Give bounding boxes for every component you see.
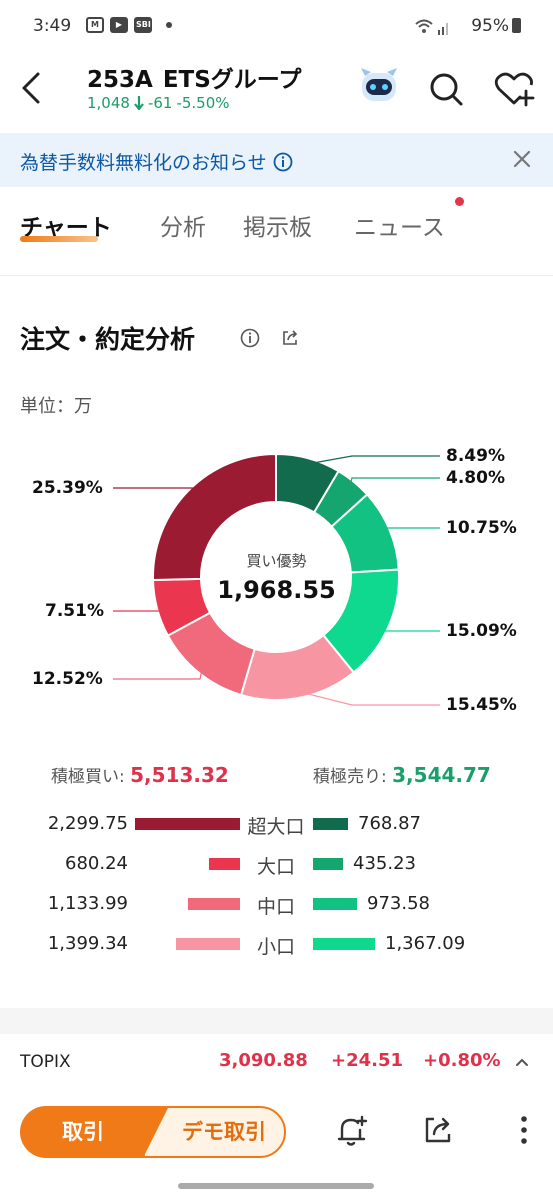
buy-value: 2,299.75 bbox=[47, 813, 128, 834]
section-title: 注文・約定分析 bbox=[20, 325, 196, 354]
sell-value: 768.87 bbox=[358, 813, 421, 834]
donut-center-value: 1,968.55 bbox=[217, 576, 336, 604]
battery-icon bbox=[512, 18, 521, 33]
aggressive-buy-label: 積極買い: bbox=[51, 767, 125, 787]
stock-change: -61 bbox=[147, 94, 173, 112]
active-tab-underline bbox=[20, 236, 98, 242]
tab-board[interactable]: 掲示板 bbox=[243, 208, 312, 242]
buy-value: 1,133.99 bbox=[47, 893, 128, 914]
index-ticker[interactable]: TOPIX 3,090.88 +24.51 +0.80% bbox=[0, 1034, 553, 1092]
aggressive-sell-value: 3,544.77 bbox=[392, 763, 491, 787]
news-badge bbox=[455, 197, 464, 206]
size-category: 小口 bbox=[256, 936, 295, 958]
sell-value: 973.58 bbox=[367, 893, 430, 914]
trade-label: 取引 bbox=[62, 1120, 104, 1144]
section-divider bbox=[0, 1008, 553, 1034]
aggressive-sell-label: 積極売り: bbox=[313, 767, 387, 787]
chevron-up-icon[interactable] bbox=[514, 1054, 530, 1070]
more-notifications-icon bbox=[166, 22, 172, 28]
stock-price: 1,048 bbox=[87, 94, 130, 112]
ai-assistant-icon[interactable] bbox=[357, 64, 401, 108]
sell-bar bbox=[313, 898, 357, 910]
more-options-button[interactable] bbox=[512, 1112, 536, 1148]
status-bar: 3:49 M ▶ SBI 95% bbox=[0, 0, 553, 52]
pct-label-large-sell: 4.80% bbox=[446, 468, 505, 488]
size-category: 中口 bbox=[256, 896, 295, 918]
size-category: 大口 bbox=[256, 856, 295, 878]
order-row-super-large: 2,299.75 超大口 768.87 bbox=[0, 811, 553, 838]
section-info-icon[interactable] bbox=[240, 328, 260, 348]
sell-bar bbox=[313, 938, 375, 950]
leader-line-large-buy bbox=[113, 607, 164, 612]
donut-center-label: 買い優勢 bbox=[246, 552, 307, 570]
close-banner-button[interactable] bbox=[511, 148, 533, 170]
aggressive-sell-total: 積極売り: 3,544.77 bbox=[313, 762, 491, 787]
tab-bar: チャート 分析 掲示板 ニュース bbox=[0, 188, 553, 276]
battery-percent: 95% bbox=[471, 16, 509, 36]
sell-value: 435.23 bbox=[353, 853, 416, 874]
buy-value: 680.24 bbox=[65, 853, 128, 874]
stock-header: 253A ETSグループ 1,048 -61 -5.50% bbox=[0, 52, 553, 132]
unit-label: 単位：万 bbox=[20, 396, 92, 417]
search-button[interactable] bbox=[426, 69, 466, 109]
pct-label-super-large-buy: 25.39% bbox=[32, 478, 103, 498]
leader-line-medium-sell bbox=[383, 527, 440, 532]
buy-bar bbox=[209, 858, 240, 870]
stock-name: ETSグループ bbox=[162, 67, 302, 93]
alert-bell-button[interactable] bbox=[336, 1114, 368, 1148]
down-arrow-icon bbox=[134, 96, 144, 110]
leader-line-small-sell bbox=[382, 624, 440, 632]
stock-quote: 1,048 -61 -5.50% bbox=[87, 94, 230, 112]
stock-code: 253A bbox=[87, 67, 153, 93]
index-name: TOPIX bbox=[20, 1052, 71, 1072]
sell-bar bbox=[313, 818, 348, 830]
buy-bar bbox=[176, 938, 240, 950]
buy-value: 1,399.34 bbox=[47, 933, 128, 954]
sbi-icon: SBI bbox=[134, 17, 152, 33]
stock-title: 253A ETSグループ bbox=[87, 60, 301, 94]
order-row-medium: 1,133.99 中口 973.58 bbox=[0, 891, 553, 918]
tab-news[interactable]: ニュース bbox=[354, 208, 445, 242]
pct-label-small-sell: 15.09% bbox=[446, 621, 517, 641]
buy-bar bbox=[135, 818, 240, 830]
leader-line-super-large-sell bbox=[306, 455, 440, 465]
leader-line-medium-buy bbox=[113, 667, 203, 680]
sell-value: 1,367.09 bbox=[385, 933, 466, 954]
gmail-icon: M bbox=[86, 17, 104, 33]
pct-label-small-buy: 15.45% bbox=[446, 695, 517, 715]
pct-label-medium-buy: 12.52% bbox=[32, 669, 103, 689]
notice-text: 為替手数料無料化のお知らせ bbox=[20, 152, 267, 174]
add-favorite-button[interactable] bbox=[493, 69, 535, 109]
notice-banner[interactable]: 為替手数料無料化のお知らせ bbox=[0, 133, 553, 187]
index-value: 3,090.88 bbox=[219, 1050, 308, 1071]
buy-bar bbox=[188, 898, 240, 910]
wifi-signal-icon bbox=[415, 19, 448, 35]
aggressive-buy-total: 積極買い: 5,513.32 bbox=[51, 762, 229, 787]
status-time: 3:49 bbox=[33, 16, 72, 36]
leader-line-small-buy bbox=[298, 691, 440, 706]
section-share-icon[interactable] bbox=[280, 328, 300, 348]
info-icon bbox=[273, 152, 293, 171]
index-change: +24.51 bbox=[331, 1050, 404, 1071]
pct-label-medium-sell: 10.75% bbox=[446, 518, 517, 538]
tab-analysis[interactable]: 分析 bbox=[160, 208, 206, 242]
leader-line-large-sell bbox=[349, 477, 440, 487]
size-category: 超大口 bbox=[247, 816, 305, 838]
back-button[interactable] bbox=[14, 66, 50, 110]
home-indicator bbox=[178, 1183, 374, 1189]
order-row-small: 1,399.34 小口 1,367.09 bbox=[0, 931, 553, 958]
index-change-pct: +0.80% bbox=[423, 1050, 501, 1071]
stock-change-pct: -5.50% bbox=[176, 94, 230, 112]
pct-label-large-buy: 7.51% bbox=[45, 601, 104, 621]
pct-label-super-large-sell: 8.49% bbox=[446, 446, 505, 466]
leader-line-super-large-buy bbox=[113, 487, 193, 496]
demo-trade-label: デモ取引 bbox=[182, 1120, 266, 1144]
notice-text-wrap: 為替手数料無料化のお知らせ bbox=[20, 148, 293, 175]
share-button[interactable] bbox=[422, 1114, 454, 1146]
notification-icons: M ▶ SBI bbox=[86, 17, 172, 33]
sell-bar bbox=[313, 858, 343, 870]
aggressive-buy-value: 5,513.32 bbox=[130, 763, 229, 787]
youtube-icon: ▶ bbox=[110, 17, 128, 33]
order-row-large: 680.24 大口 435.23 bbox=[0, 851, 553, 878]
